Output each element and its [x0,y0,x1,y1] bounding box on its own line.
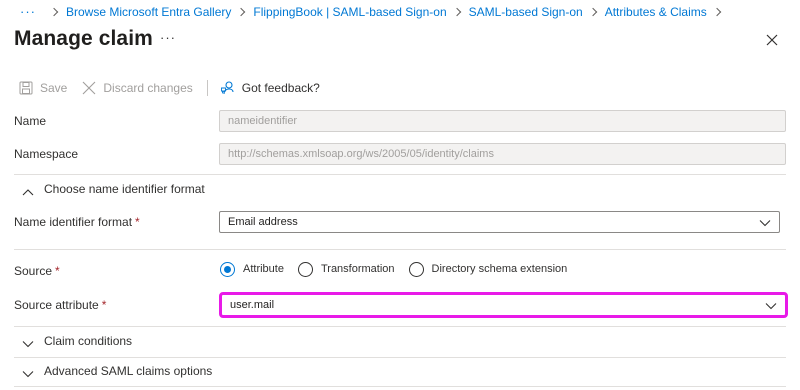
source-radio-directory-schema-extension[interactable]: Directory schema extension [408,261,568,277]
source-attribute-label: Source attribute * [14,298,106,312]
namespace-field: http://schemas.xmlsoap.org/ws/2005/05/id… [219,143,786,165]
name-identifier-format-label: Name identifier format * [14,215,140,229]
section-label: Advanced SAML claims options [44,364,213,378]
namespace-value: http://schemas.xmlsoap.org/ws/2005/05/id… [228,148,494,160]
chevron-right-icon [712,7,721,17]
source-radio-attribute[interactable]: Attribute [220,261,284,277]
save-label: Save [40,81,68,95]
divider [14,326,786,327]
source-radio-group: Attribute Transformation Directory schem… [220,260,581,278]
radio-button-icon [220,261,235,277]
feedback-icon [220,80,236,96]
toolbar-divider [206,80,208,96]
advanced-saml-options-section-toggle[interactable]: Advanced SAML claims options [22,364,212,378]
chevron-up-icon [22,185,34,196]
radio-button-icon [297,261,313,277]
name-value: nameidentifier [228,115,298,127]
discard-icon [81,80,97,96]
claim-conditions-section-toggle[interactable]: Claim conditions [22,334,132,348]
name-identifier-format-dropdown[interactable]: Email address [219,211,780,233]
radio-label: Attribute [243,263,284,275]
chevron-down-icon [765,301,777,310]
chevron-right-icon [588,7,597,17]
chevron-down-icon [759,218,771,227]
discard-changes-button[interactable]: Discard changes [81,80,193,96]
divider [14,386,786,387]
breadcrumb-more-button[interactable]: ··· [20,5,36,18]
section-label: Choose name identifier format [44,182,205,196]
namespace-label: Namespace [14,147,79,161]
breadcrumb-link-saml-sso[interactable]: SAML-based Sign-on [469,5,583,19]
chevron-down-icon [22,337,34,348]
discard-changes-label: Discard changes [103,81,193,95]
breadcrumb-link-gallery[interactable]: Browse Microsoft Entra Gallery [66,5,231,19]
name-field: nameidentifier [219,110,786,132]
breadcrumb-link-app-sso[interactable]: FlippingBook | SAML-based Sign-on [253,5,446,19]
name-label: Name [14,114,47,128]
chevron-right-icon [452,7,461,17]
page-title: Manage claim [14,27,153,50]
radio-label: Transformation [320,263,395,275]
label-text: Source attribute [14,298,99,312]
required-indicator: * [101,298,107,312]
dropdown-value: user.mail [230,299,275,311]
name-identifier-format-section-toggle[interactable]: Choose name identifier format [22,182,205,196]
source-radio-transformation[interactable]: Transformation [297,261,395,277]
source-label: Source * [14,264,60,278]
section-label: Claim conditions [44,334,133,348]
divider [14,249,786,250]
command-bar: Save Discard changes Got feedback? [18,78,320,98]
required-indicator: * [55,264,60,278]
feedback-label: Got feedback? [241,81,320,95]
source-attribute-dropdown[interactable]: user.mail [219,292,788,318]
chevron-down-icon [22,367,34,378]
feedback-button[interactable]: Got feedback? [220,80,320,96]
radio-label: Directory schema extension [431,263,568,275]
chevron-right-icon [49,7,59,17]
close-icon[interactable] [764,32,780,48]
breadcrumb-link-attributes-claims[interactable]: Attributes & Claims [605,5,707,19]
divider [14,174,786,175]
more-options-button[interactable]: ··· [160,30,176,45]
dropdown-value: Email address [228,216,298,228]
chevron-right-icon [237,7,246,17]
required-indicator: * [135,215,140,229]
radio-button-icon [408,261,424,277]
save-button[interactable]: Save [18,80,67,96]
save-icon [18,80,34,96]
label-text: Source [14,264,53,278]
label-text: Name identifier format [14,215,133,229]
divider [14,357,786,358]
breadcrumb: ··· Browse Microsoft Entra Gallery Flipp… [20,4,729,20]
